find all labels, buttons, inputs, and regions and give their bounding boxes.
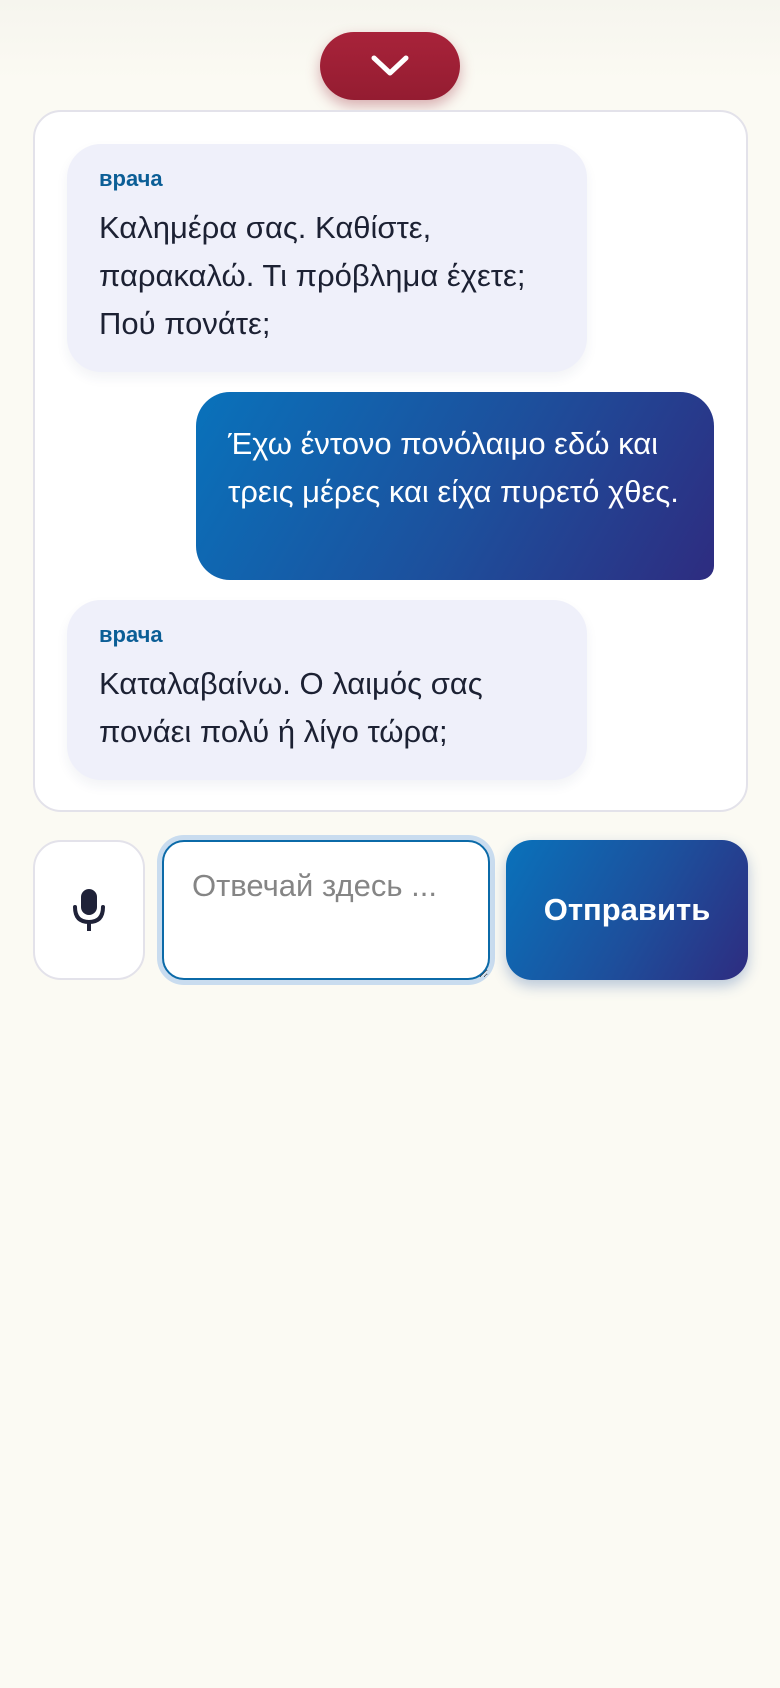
microphone-button[interactable] (33, 840, 145, 980)
answer-input[interactable] (162, 840, 490, 980)
message-sender: врача (99, 166, 163, 191)
outgoing-message: Έχω έντονο πονόλαιμο εδώ και τρεις μέρες… (196, 392, 714, 580)
send-button[interactable]: Отправить (506, 840, 748, 980)
message-text: Καλημέρα σας. Καθίστε, παρακαλώ. Τι πρόβ… (99, 210, 526, 341)
message-text: Καταλαβαίνω. Ο λαιμός σας πονάει πολύ ή … (99, 666, 483, 749)
message-sender: врача (99, 622, 163, 647)
incoming-message: врача Καταλαβαίνω. Ο λαιμός σας πονάει π… (67, 600, 587, 780)
message-text: Έχω έντονο πονόλαιμο εδώ και τρεις μέρες… (228, 426, 679, 509)
microphone-icon (73, 889, 105, 931)
collapse-button[interactable] (320, 32, 460, 100)
chat-panel: врача Καλημέρα σας. Καθίστε, παρακαλώ. Τ… (33, 110, 748, 812)
chevron-down-icon (371, 55, 409, 76)
incoming-message: врача Καλημέρα σας. Καθίστε, παρακαλώ. Τ… (67, 144, 587, 372)
